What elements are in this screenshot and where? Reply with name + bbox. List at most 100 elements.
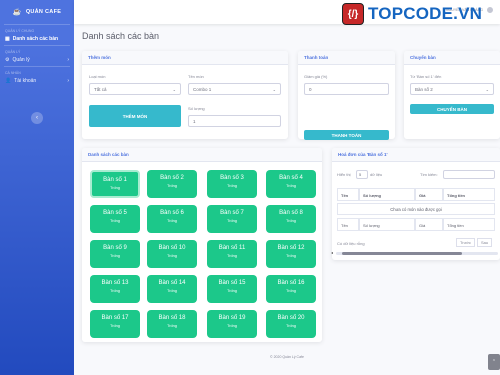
col-footer: Số lượng <box>359 218 415 231</box>
table-status: Trống <box>227 324 237 328</box>
watermark: {/} TOPCODE.VN <box>342 3 482 25</box>
sidebar-item-tables[interactable]: ▦ Danh sách các bàn <box>0 33 74 45</box>
table-tile[interactable]: Bàn số 6 Trống <box>147 205 197 233</box>
table-tile[interactable]: Bàn số 15 Trống <box>207 275 257 303</box>
table-footer: Tên Số lượng Giá Tổng tiền <box>337 218 495 231</box>
sidebar-item-label: Tài khoản <box>14 78 37 84</box>
table-tile[interactable]: Bàn số 20 Trống <box>266 310 316 338</box>
sidebar-divider <box>4 45 70 46</box>
table-tile[interactable]: Bàn số 4 Trống <box>266 170 316 198</box>
sidebar-item-manage[interactable]: ⚙ Quản lý › <box>0 54 74 66</box>
col-footer: Giá <box>415 218 443 231</box>
scroll-to-top-button[interactable]: ⌃ <box>488 354 500 370</box>
table-header: Tên Số lượng Giá Tổng tiền <box>337 188 495 201</box>
dish-value: Combo 1 <box>193 87 212 92</box>
col-header[interactable]: Tổng tiền <box>443 188 495 201</box>
table-tile[interactable]: Bàn số 10 Trống <box>147 240 197 268</box>
table-status: Trống <box>110 254 120 258</box>
category-label: Loại món <box>89 74 106 79</box>
page-title: Danh sách các bàn <box>82 31 160 41</box>
table-status: Trống <box>110 186 120 190</box>
sidebar-toggle-button[interactable]: ‹ <box>31 112 43 124</box>
user-icon: 👤 <box>5 78 12 84</box>
table-status: Trống <box>110 324 120 328</box>
pay-button[interactable]: THANH TOÁN <box>304 130 389 140</box>
table-status: Trống <box>167 289 177 293</box>
discount-input[interactable]: 0 <box>304 83 389 95</box>
col-footer: Tên <box>337 218 359 231</box>
table-name: Bàn số 6 <box>160 210 184 216</box>
table-status: Trống <box>286 324 296 328</box>
table-tile[interactable]: Bàn số 19 Trống <box>207 310 257 338</box>
card-title: Thêm món <box>82 51 288 65</box>
table-tile[interactable]: Bàn số 18 Trống <box>147 310 197 338</box>
table-name: Bàn số 18 <box>158 315 186 321</box>
category-value: Tất cả <box>94 87 107 92</box>
qty-label: Số lượng <box>188 106 205 111</box>
table-name: Bàn số 1 <box>103 177 127 183</box>
card-title: Thanh toán <box>298 51 395 65</box>
card-title: Chuyển bàn <box>404 51 500 65</box>
move-table-button[interactable]: CHUYỂN BÀN <box>410 104 494 114</box>
chevron-right-icon: › <box>67 57 69 63</box>
chevron-down-icon: ⌄ <box>272 87 276 92</box>
brand[interactable]: ☕ QUẢN CAFE <box>0 0 74 24</box>
table-status: Trống <box>167 324 177 328</box>
scrollbar-thumb[interactable] <box>342 252 462 255</box>
table-tile[interactable]: Bàn số 17 Trống <box>90 310 140 338</box>
target-table-value: Bàn số 2 <box>415 87 433 92</box>
table-name: Bàn số 16 <box>277 280 305 286</box>
table-tile[interactable]: Bàn số 8 Trống <box>266 205 316 233</box>
card-title: Hoá đơn của 'Bàn số 1' <box>332 148 500 162</box>
quantity-input[interactable]: 1 <box>188 115 281 127</box>
table-tile[interactable]: Bàn số 2 Trống <box>147 170 197 198</box>
table-tile[interactable]: Bàn số 5 Trống <box>90 205 140 233</box>
scroll-left-icon[interactable]: ◂ <box>331 250 333 255</box>
table-name: Bàn số 3 <box>220 175 244 181</box>
brand-name: QUẢN CAFE <box>25 9 62 15</box>
col-header[interactable]: Tên <box>337 188 359 201</box>
category-select[interactable]: Tất cả ⌄ <box>89 83 181 95</box>
sidebar-item-account[interactable]: 👤 Tài khoản › <box>0 75 74 87</box>
col-header[interactable]: Giá <box>415 188 443 201</box>
table-status: Trống <box>167 184 177 188</box>
table-tile[interactable]: Bàn số 12 Trống <box>266 240 316 268</box>
add-dish-button[interactable]: THÊM MÓN <box>89 105 181 127</box>
table-tile[interactable]: Bàn số 1 Trống <box>90 170 140 198</box>
records-label: dữ liệu <box>370 172 383 177</box>
table-status: Trống <box>227 219 237 223</box>
dish-label: Tên món <box>188 74 204 79</box>
chevron-down-icon: ⌄ <box>172 87 176 92</box>
table-name: Bàn số 8 <box>279 210 303 216</box>
horizontal-scrollbar[interactable]: ◂ ▸ <box>331 250 498 255</box>
table-name: Bàn số 12 <box>277 245 305 251</box>
table-tile[interactable]: Bàn số 9 Trống <box>90 240 140 268</box>
table-name: Bàn số 13 <box>101 280 129 286</box>
table-tile[interactable]: Bàn số 11 Trống <box>207 240 257 268</box>
target-table-select[interactable]: Bàn số 2 ⌄ <box>410 83 494 95</box>
table-name: Bàn số 2 <box>160 175 184 181</box>
search-input[interactable] <box>443 170 495 179</box>
dish-select[interactable]: Combo 1 ⌄ <box>188 83 281 95</box>
table-tile[interactable]: Bàn số 7 Trống <box>207 205 257 233</box>
sidebar-item-label: Quản lý <box>12 57 30 63</box>
table-tile[interactable]: Bàn số 13 Trống <box>90 275 140 303</box>
table-status: Trống <box>227 254 237 258</box>
move-table-card: Chuyển bàn Từ 'Bàn số 1' đến Bàn số 2 ⌄ … <box>404 51 500 139</box>
empty-row: Chưa có món nào được gọi <box>337 203 495 215</box>
table-tile[interactable]: Bàn số 14 Trống <box>147 275 197 303</box>
table-status: Trống <box>227 184 237 188</box>
page-size-select[interactable]: 5 <box>356 170 368 179</box>
prev-page-button[interactable]: Trước <box>456 238 475 247</box>
col-header[interactable]: Số lượng <box>359 188 415 201</box>
table-tile[interactable]: Bàn số 3 Trống <box>207 170 257 198</box>
watermark-logo: {/} <box>342 3 364 25</box>
table-name: Bàn số 5 <box>103 210 127 216</box>
table-name: Bàn số 14 <box>158 280 186 286</box>
next-page-button[interactable]: Sau <box>477 238 493 247</box>
sidebar-item-label: Danh sách các bàn <box>12 36 59 42</box>
table-status: Trống <box>110 219 120 223</box>
search-label: Tìm kiếm: <box>420 172 438 177</box>
chevron-up-icon: ⌃ <box>491 359 497 365</box>
table-tile[interactable]: Bàn số 16 Trống <box>266 275 316 303</box>
